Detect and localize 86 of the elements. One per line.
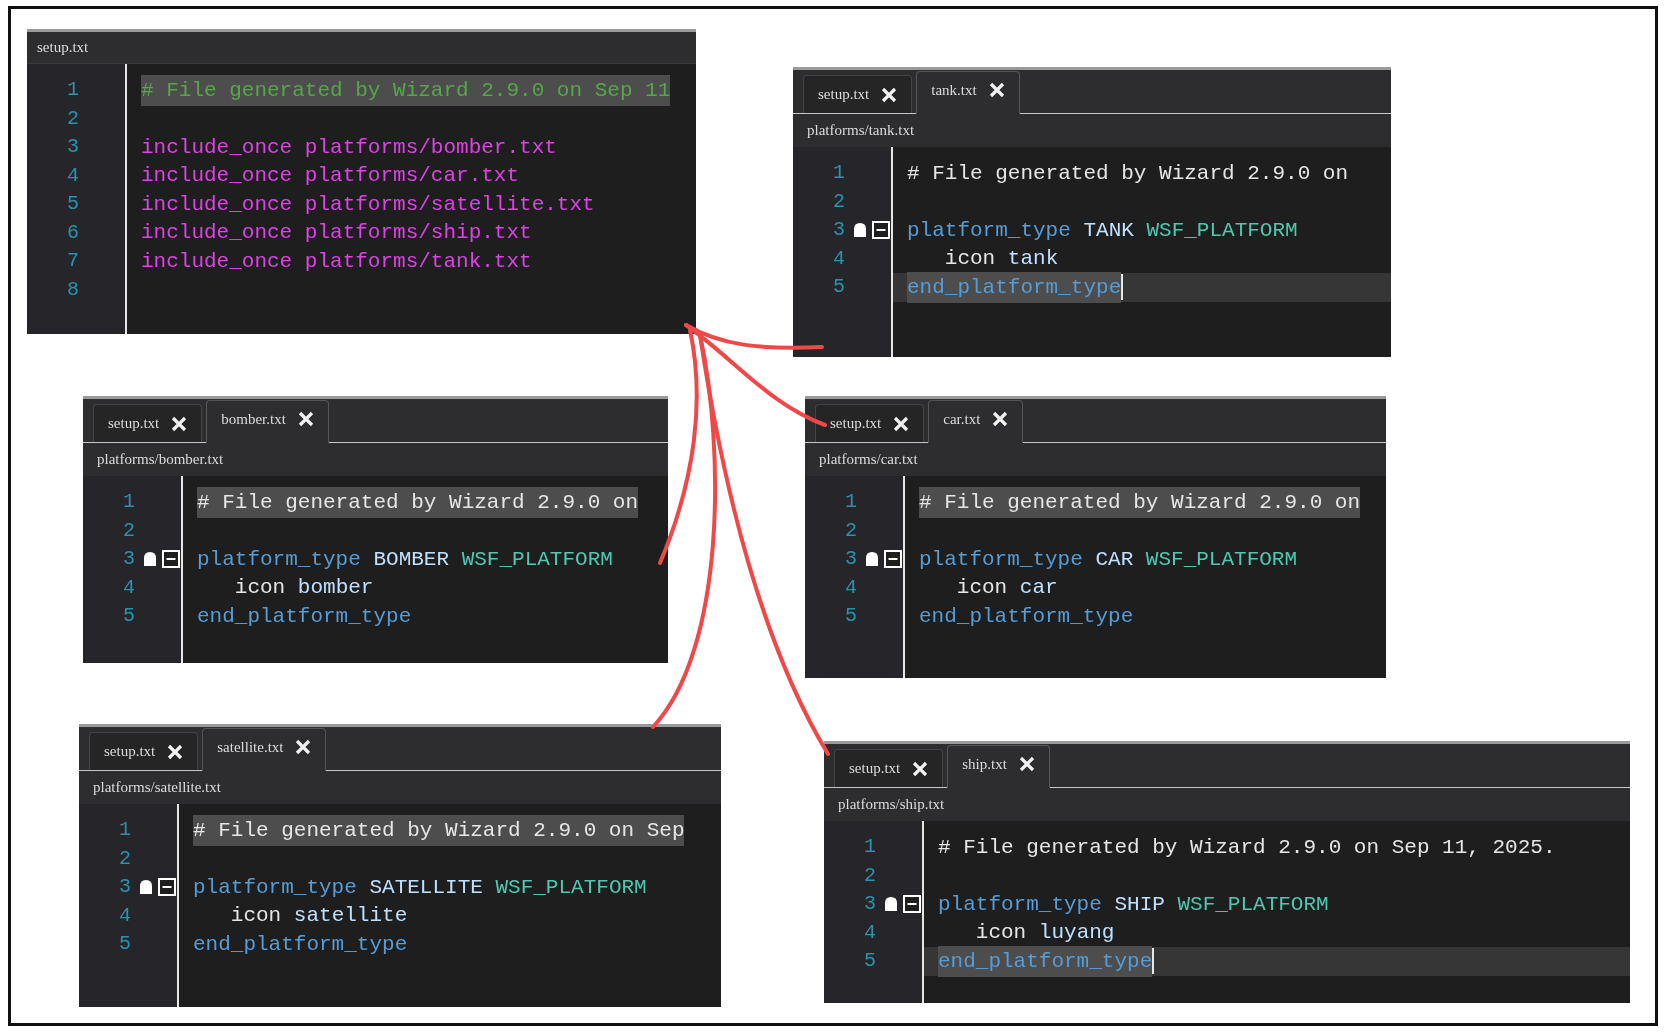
collapse-icon[interactable] bbox=[162, 550, 180, 569]
line-number: 2 bbox=[844, 517, 858, 544]
code-line: include_once platforms/satellite.txt bbox=[140, 191, 596, 218]
tab[interactable]: car.txt bbox=[928, 400, 1024, 443]
code-line: platform_type SATELLITE WSF_PLATFORM bbox=[192, 874, 648, 901]
line-number: 5 bbox=[844, 603, 858, 630]
close-icon[interactable] bbox=[297, 411, 314, 427]
line-number: 4 bbox=[863, 919, 877, 946]
close-icon[interactable] bbox=[912, 760, 929, 777]
line-number: 5 bbox=[66, 191, 80, 218]
text-cursor bbox=[1152, 948, 1155, 975]
file-title: setup.txt bbox=[37, 38, 89, 58]
line-number: 3 bbox=[844, 546, 858, 573]
code-line: include_once platforms/tank.txt bbox=[140, 248, 533, 275]
line-number: 4 bbox=[66, 162, 80, 189]
tab[interactable]: setup.txt bbox=[93, 404, 203, 442]
code-line: include_once platforms/ship.txt bbox=[140, 220, 533, 246]
tab[interactable]: setup.txt bbox=[89, 732, 199, 770]
close-icon[interactable] bbox=[893, 415, 910, 432]
code-line: include_once platforms/car.txt bbox=[140, 163, 521, 189]
close-icon[interactable] bbox=[988, 82, 1005, 98]
close-icon[interactable] bbox=[1018, 756, 1035, 772]
line-number: 5 bbox=[118, 931, 132, 958]
line-number: 3 bbox=[66, 134, 80, 161]
tab[interactable]: ship.txt bbox=[947, 745, 1050, 788]
line-number: 3 bbox=[832, 217, 846, 244]
code-line: end_platform_type bbox=[192, 931, 409, 958]
line-number: 3 bbox=[863, 891, 877, 918]
line-number: 2 bbox=[118, 845, 132, 872]
line-number: 7 bbox=[66, 248, 80, 275]
line-number: 1 bbox=[832, 160, 846, 187]
line-number: 8 bbox=[66, 276, 80, 303]
code-line: icon bomber bbox=[233, 575, 375, 601]
code-line: platform_type SHIP WSF_PLATFORM bbox=[937, 891, 1330, 918]
code-line: platform_type BOMBER WSF_PLATFORM bbox=[196, 546, 614, 573]
close-icon[interactable] bbox=[167, 743, 184, 760]
line-number: 5 bbox=[122, 603, 136, 630]
collapse-icon[interactable] bbox=[158, 878, 176, 897]
line-number: 1 bbox=[122, 489, 136, 516]
file-path: platforms/tank.txt bbox=[807, 121, 915, 141]
line-number: 1 bbox=[66, 77, 80, 104]
code-line: end_platform_type bbox=[918, 603, 1135, 630]
tab[interactable]: setup.txt bbox=[815, 404, 925, 442]
tab[interactable]: tank.txt bbox=[916, 71, 1020, 114]
code-line: # File generated by Wizard 2.9.0 on bbox=[906, 160, 1350, 187]
line-number: 6 bbox=[66, 219, 80, 246]
close-icon[interactable] bbox=[881, 86, 898, 103]
line-number: 2 bbox=[122, 517, 136, 544]
line-number: 1 bbox=[118, 817, 132, 844]
line-number: 4 bbox=[122, 574, 136, 601]
file-path: platforms/car.txt bbox=[819, 450, 918, 470]
code-line: include_once platforms/bomber.txt bbox=[140, 134, 558, 161]
line-number: 1 bbox=[844, 489, 858, 516]
line-number: 5 bbox=[832, 274, 846, 301]
code-line: icon car bbox=[955, 575, 1059, 601]
file-path: platforms/satellite.txt bbox=[93, 778, 221, 798]
close-icon[interactable] bbox=[992, 411, 1009, 427]
tab[interactable]: setup.txt bbox=[834, 749, 944, 787]
collapse-icon[interactable] bbox=[903, 895, 921, 914]
line-number: 4 bbox=[832, 245, 846, 272]
line-number: 3 bbox=[118, 874, 132, 901]
line-number: 5 bbox=[863, 948, 877, 975]
close-icon[interactable] bbox=[295, 739, 312, 755]
tab[interactable]: bomber.txt bbox=[206, 400, 329, 443]
line-number: 4 bbox=[844, 574, 858, 601]
collapse-icon[interactable] bbox=[884, 550, 902, 569]
line-number: 1 bbox=[863, 834, 877, 861]
file-path: platforms/ship.txt bbox=[838, 795, 945, 815]
code-line: # File generated by Wizard 2.9.0 on Sep 11, 2025. bbox=[937, 834, 1557, 861]
tab[interactable]: setup.txt bbox=[803, 75, 913, 113]
code-line: platform_type CAR WSF_PLATFORM bbox=[918, 546, 1299, 573]
close-icon[interactable] bbox=[171, 415, 188, 432]
line-number: 2 bbox=[863, 862, 877, 889]
file-path: platforms/bomber.txt bbox=[97, 450, 224, 470]
code-line: icon satellite bbox=[229, 903, 409, 929]
text-cursor bbox=[1121, 274, 1124, 301]
line-number: 4 bbox=[118, 902, 132, 929]
code-line: icon luyang bbox=[974, 920, 1116, 946]
tab[interactable]: satellite.txt bbox=[202, 728, 327, 771]
code-line: icon tank bbox=[943, 246, 1060, 272]
line-number: 2 bbox=[66, 105, 80, 132]
line-number: 2 bbox=[832, 188, 846, 215]
code-line: end_platform_type bbox=[196, 603, 413, 630]
line-number: 3 bbox=[122, 546, 136, 573]
collapse-icon[interactable] bbox=[872, 221, 890, 240]
code-line: platform_type TANK WSF_PLATFORM bbox=[906, 217, 1299, 244]
